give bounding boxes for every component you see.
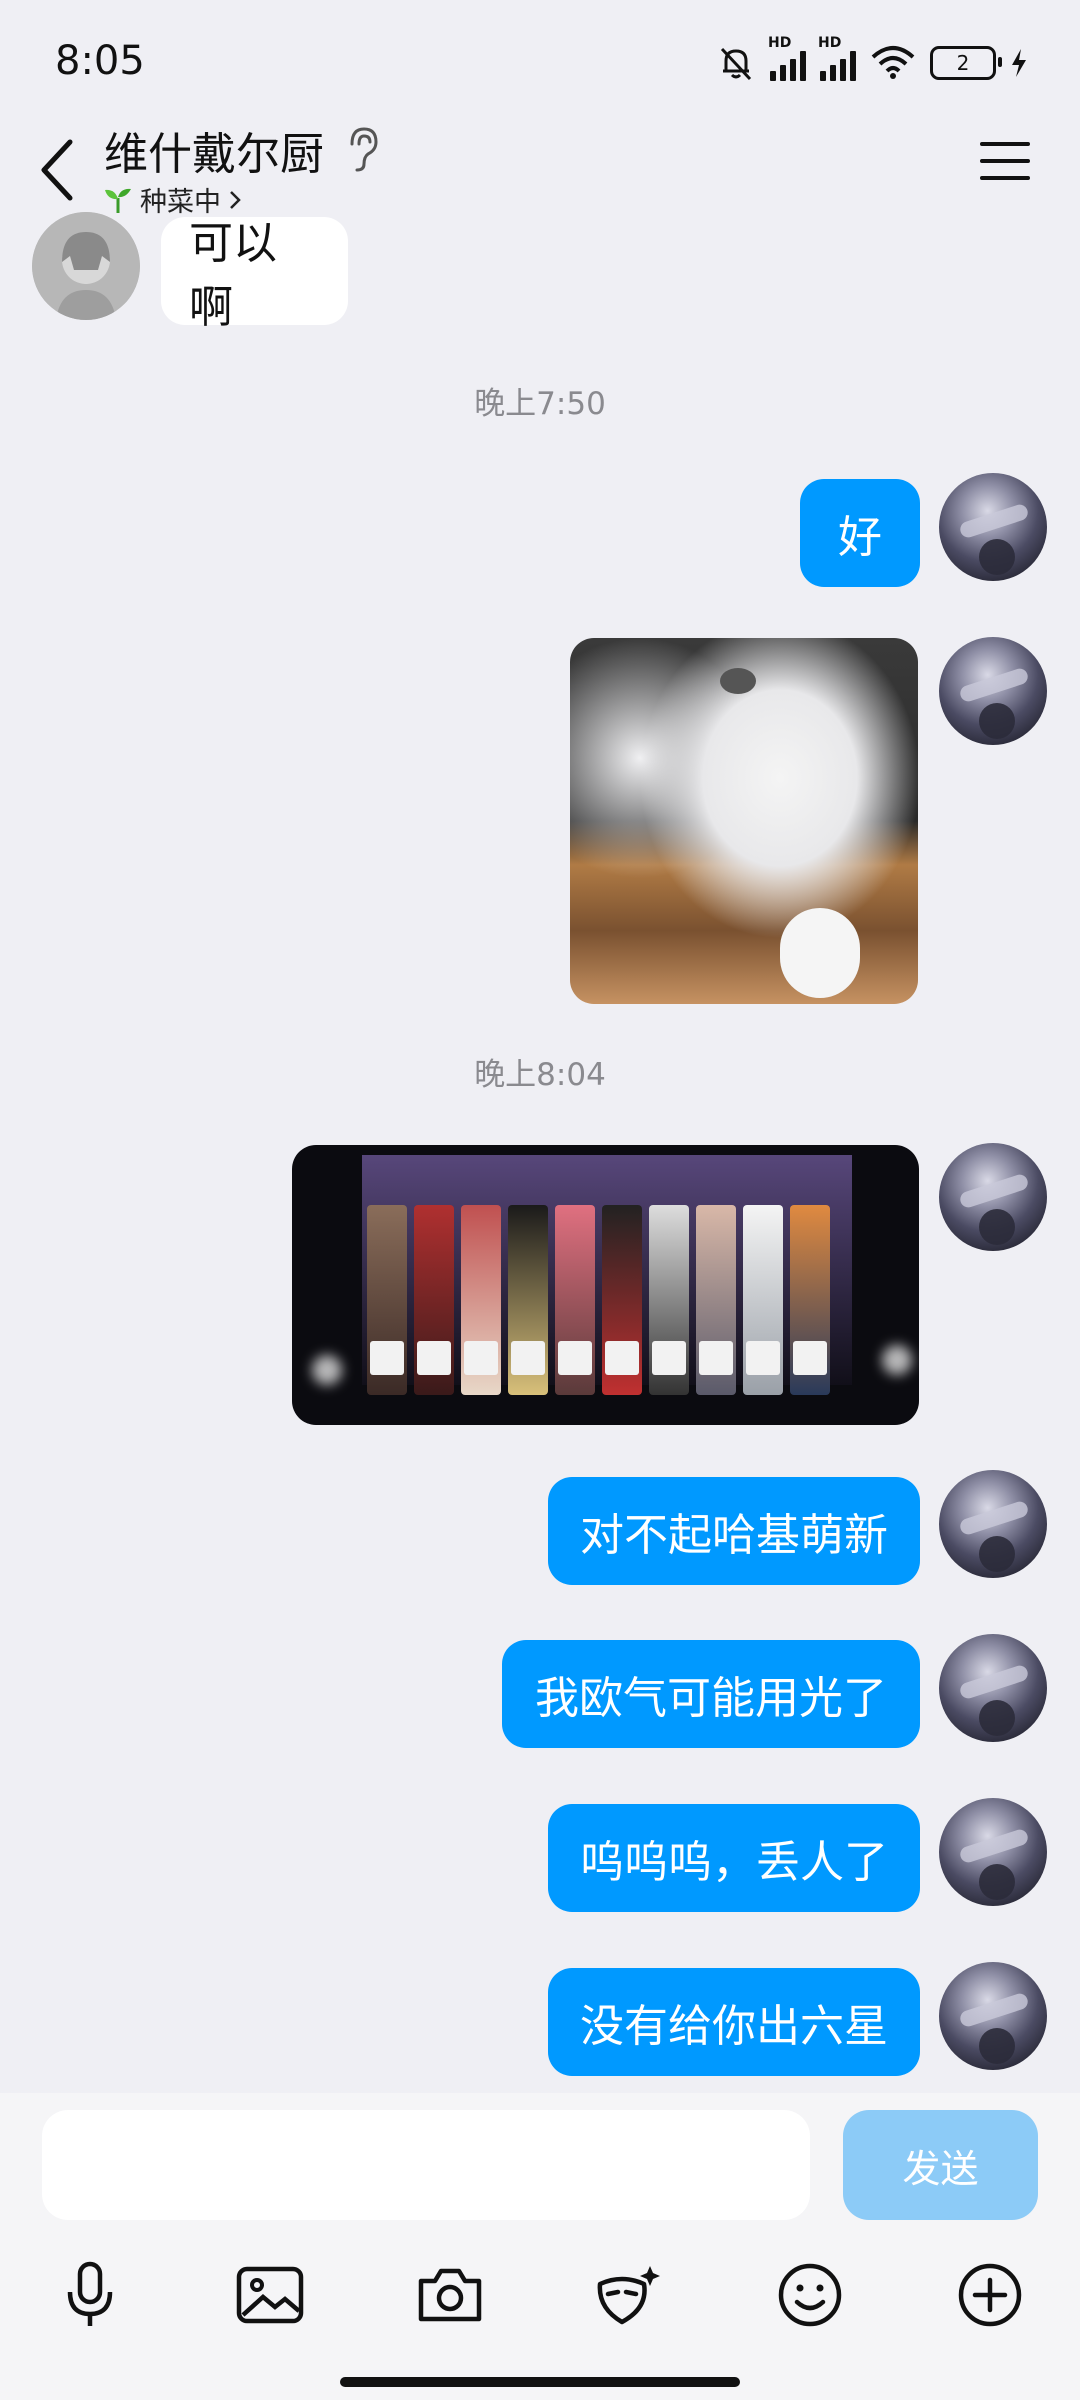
gallery-button[interactable] — [230, 2255, 310, 2335]
class-icon — [605, 1341, 639, 1375]
message-bubble-in[interactable]: 可以啊 — [161, 217, 348, 333]
self-avatar[interactable] — [939, 1634, 1047, 1742]
self-avatar[interactable] — [939, 1798, 1047, 1906]
message-text: 对不起哈基萌新 — [580, 1510, 888, 1561]
battery-indicator: 2 — [930, 46, 1002, 80]
more-button[interactable] — [950, 2255, 1030, 2335]
light-spot — [882, 1345, 912, 1375]
signal-icon-1: HD — [768, 35, 806, 81]
peer-avatar[interactable] — [32, 212, 140, 320]
menu-icon[interactable] — [978, 138, 1032, 184]
camera-icon — [418, 2268, 482, 2322]
class-icon — [699, 1341, 733, 1375]
back-arrow-icon[interactable] — [30, 130, 84, 210]
message-text: 呜呜呜，丢人了 — [580, 1837, 888, 1888]
message-input[interactable] — [42, 2110, 810, 2220]
message-text: 好 — [838, 512, 882, 563]
class-icon — [652, 1341, 686, 1375]
home-indicator[interactable] — [340, 2377, 740, 2387]
smiley-icon — [778, 2263, 842, 2327]
sprout-icon — [105, 188, 131, 213]
class-icon — [417, 1341, 451, 1375]
mask-sparkle-icon — [597, 2266, 660, 2325]
self-avatar[interactable] — [939, 473, 1047, 581]
status-time: 8:05 — [55, 38, 145, 84]
battery-level: 2 — [956, 51, 970, 75]
message-bubble-out[interactable]: 没有给你出六星 — [548, 1968, 920, 2076]
message-bubble-out[interactable]: 好 — [800, 479, 920, 587]
timestamp: 晚上7:50 — [474, 386, 606, 422]
chat-title[interactable]: 维什戴尔厨 — [104, 118, 324, 182]
self-avatar[interactable] — [939, 1470, 1047, 1578]
cat-paw — [780, 908, 860, 998]
voice-button[interactable] — [50, 2255, 130, 2335]
message-bubble-out[interactable]: 我欧气可能用光了 — [502, 1640, 920, 1748]
emoji-button[interactable] — [770, 2255, 850, 2335]
message-text: 我欧气可能用光了 — [535, 1673, 887, 1724]
cat-photo-message[interactable] — [570, 638, 918, 1004]
ai-mask-button[interactable] — [588, 2255, 668, 2335]
peer-avatar-figure-icon — [32, 212, 140, 320]
message-bubble-out[interactable]: 对不起哈基萌新 — [548, 1477, 920, 1585]
charging-bolt-icon — [1012, 49, 1026, 77]
camera-button[interactable] — [410, 2255, 490, 2335]
message-bubble-out[interactable]: 呜呜呜，丢人了 — [548, 1804, 920, 1912]
microphone-icon — [67, 2261, 113, 2326]
hd-label-2: HD — [818, 35, 842, 51]
gacha-result-photo[interactable] — [292, 1145, 919, 1425]
light-spot — [312, 1355, 342, 1385]
plus-circle-icon — [958, 2263, 1022, 2327]
class-icon — [370, 1341, 404, 1375]
message-text: 可以啊 — [189, 218, 277, 333]
ear-icon[interactable] — [342, 124, 382, 174]
image-icon — [236, 2266, 304, 2324]
message-text: 没有给你出六星 — [580, 2001, 888, 2052]
status-bar: 8:05 HD HD 2 — [0, 0, 1080, 110]
chat-header: 维什戴尔厨 种菜中 — [0, 110, 1080, 225]
status-icons: HD HD 2 — [716, 35, 1028, 88]
send-button[interactable]: 发送 — [843, 2110, 1038, 2220]
timestamp: 晚上8:04 — [474, 1057, 606, 1093]
hd-label-1: HD — [768, 35, 792, 51]
self-avatar[interactable] — [939, 1143, 1047, 1251]
class-icon — [558, 1341, 592, 1375]
mute-bell-icon — [720, 47, 752, 81]
class-icon — [464, 1341, 498, 1375]
class-icon — [793, 1341, 827, 1375]
input-bar: 发送 — [0, 2093, 1080, 2400]
self-avatar[interactable] — [939, 637, 1047, 745]
class-icon — [511, 1341, 545, 1375]
wifi-icon — [871, 46, 915, 79]
self-avatar[interactable] — [939, 1962, 1047, 2070]
class-icon — [746, 1341, 780, 1375]
input-toolbar — [0, 2255, 1080, 2345]
signal-icon-2: HD — [818, 35, 856, 81]
cat-eye — [720, 668, 756, 694]
